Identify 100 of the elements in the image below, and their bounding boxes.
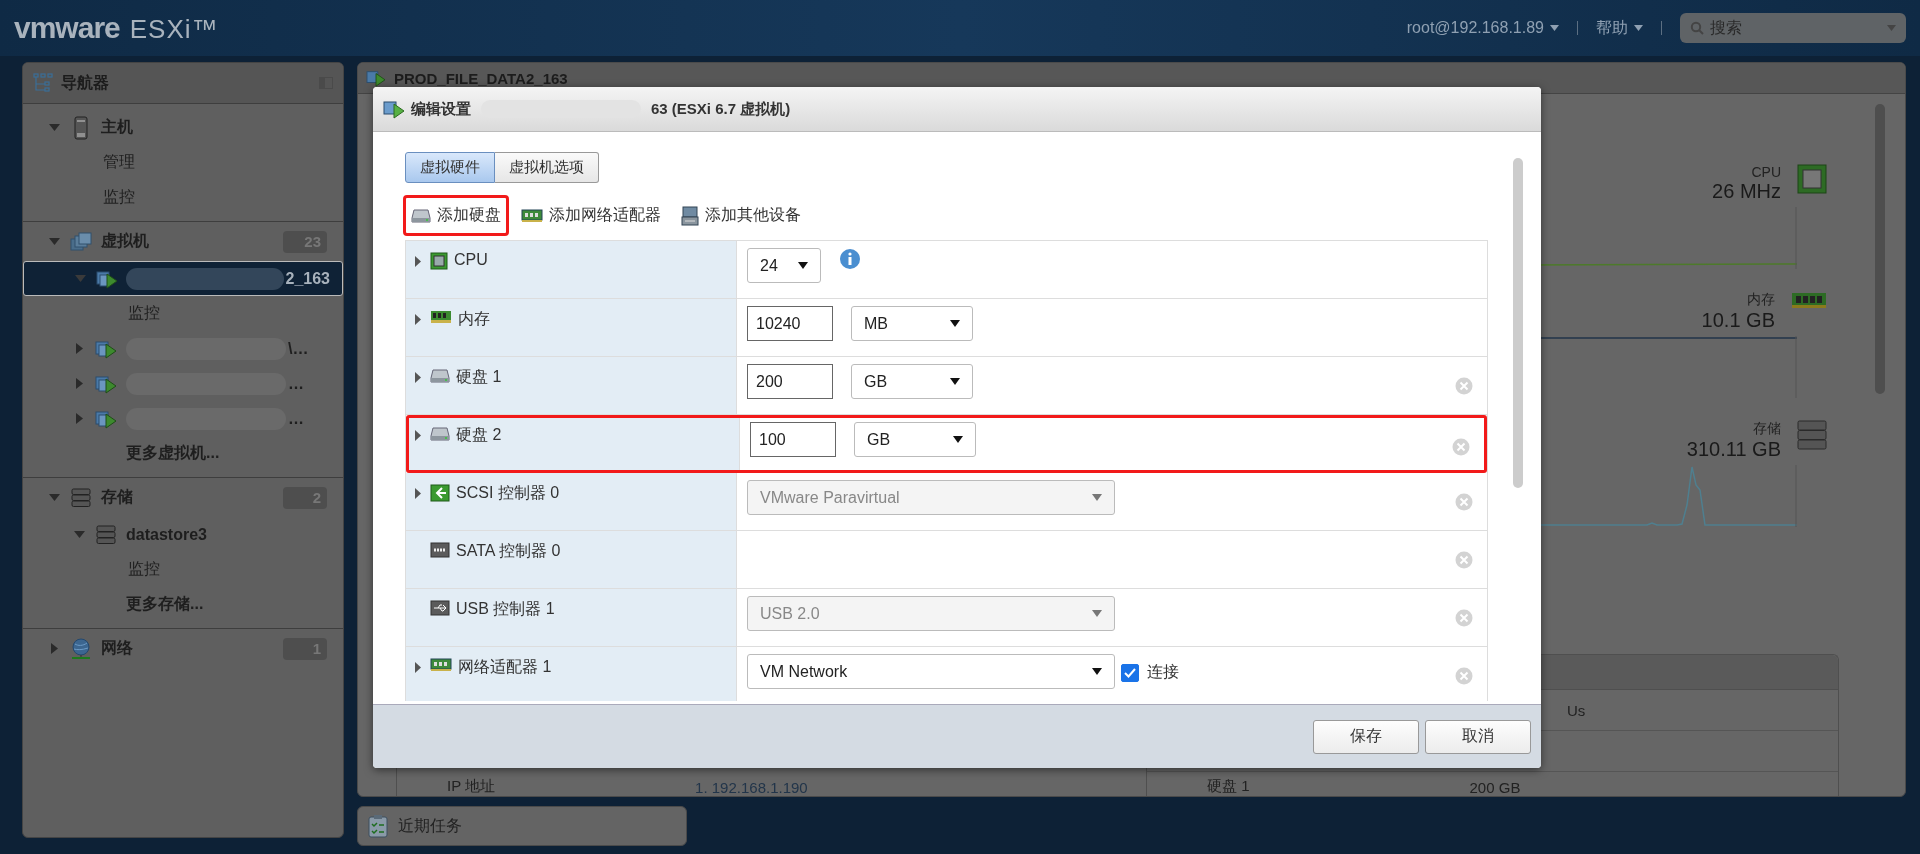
tab[interactable]: 虚拟硬件 — [405, 152, 495, 183]
remove-icon[interactable] — [1455, 667, 1473, 685]
remove-icon[interactable] — [1452, 438, 1470, 456]
tree-item[interactable]: 更多存储... — [23, 587, 343, 622]
device-label: SCSI 控制器 0 — [456, 483, 560, 503]
toolbar-button[interactable]: 添加硬盘 — [405, 197, 507, 234]
recent-tasks-bar[interactable]: 近期任务 — [357, 806, 687, 846]
network-card-icon — [521, 208, 543, 223]
toolbar-button[interactable]: 添加其他设备 — [675, 197, 807, 234]
expand-arrow-icon[interactable] — [414, 372, 422, 383]
user-menu[interactable]: root@192.168.1.89 — [1406, 19, 1559, 37]
tree-link[interactable]: 管理 — [23, 145, 343, 180]
arrow-square-icon — [430, 484, 450, 502]
remove-icon[interactable] — [1455, 377, 1473, 395]
tab[interactable]: 虚拟机选项 — [495, 152, 599, 183]
device-label: 内存 — [458, 309, 490, 329]
device-label: 硬盘 1 — [456, 367, 502, 387]
expand-arrow-icon[interactable] — [414, 256, 422, 267]
unit-dropdown[interactable]: GB — [854, 422, 976, 457]
caret-icon — [798, 262, 808, 269]
tree-item[interactable]: … — [23, 366, 343, 401]
play-window-icon — [95, 408, 117, 429]
table-cell: 200 GB — [1469, 779, 1521, 796]
hard-drive-icon — [430, 426, 450, 442]
checkbox[interactable] — [1121, 663, 1139, 682]
unit-dropdown[interactable]: GB — [851, 364, 973, 399]
play-window-icon — [95, 373, 117, 394]
size-input[interactable]: 200 — [747, 364, 833, 399]
stat-label: 内存 — [1747, 291, 1775, 309]
chip-icon — [1797, 164, 1827, 194]
dropdown[interactable]: VM Network — [747, 654, 1115, 689]
caret-icon — [1887, 25, 1896, 31]
expand-arrow-icon[interactable] — [414, 430, 422, 441]
caret-icon — [1550, 25, 1559, 31]
clipboard-icon — [368, 814, 388, 838]
dialog-button[interactable]: 保存 — [1313, 719, 1419, 754]
chip-icon — [430, 252, 448, 270]
tree-link[interactable]: 监控 — [23, 180, 343, 215]
caret-icon — [1092, 494, 1102, 501]
caret-icon — [1634, 25, 1643, 31]
dialog-title: 编辑设置 — [411, 99, 471, 119]
size-input[interactable]: 10240 — [747, 306, 833, 341]
toolbar-button[interactable]: 添加网络适配器 — [515, 197, 667, 234]
caret-icon — [1092, 610, 1102, 617]
controller-icon — [430, 542, 450, 558]
help-menu[interactable]: 帮助 — [1596, 17, 1643, 39]
scrollbar[interactable] — [1513, 158, 1523, 488]
device-label: 网络适配器 1 — [458, 657, 552, 677]
scrollbar[interactable] — [1875, 104, 1885, 394]
table-cell: 1. 192.168.1.190 — [695, 779, 808, 796]
hard-drive-icon — [411, 207, 431, 224]
expand-arrow-icon[interactable] — [414, 314, 422, 325]
tree-link[interactable]: 监控 — [23, 552, 343, 587]
tree-item[interactable]: 主机 — [23, 110, 343, 145]
size-input[interactable]: 100 — [750, 422, 836, 457]
tree-item[interactable]: \… — [23, 331, 343, 366]
remove-icon[interactable] — [1455, 551, 1473, 569]
caret-icon — [950, 320, 960, 327]
logo-product: ESXi™ — [129, 14, 219, 45]
dialog-button[interactable]: 取消 — [1425, 719, 1531, 754]
device-label: USB 控制器 1 — [456, 599, 555, 619]
play-window-icon — [95, 338, 117, 359]
play-window-icon — [383, 99, 405, 119]
tree-item[interactable]: 2_163 — [23, 261, 343, 296]
expand-arrow-icon[interactable] — [414, 662, 422, 673]
windows-icon — [70, 231, 92, 252]
tree-icon — [33, 73, 55, 93]
tree-item[interactable]: … — [23, 401, 343, 436]
table-cell: 硬盘 1 — [1207, 777, 1250, 796]
server-icon — [74, 115, 88, 140]
caret-icon — [953, 436, 963, 443]
caret-icon — [950, 378, 960, 385]
tree-link[interactable]: 监控 — [23, 296, 343, 331]
unit-dropdown[interactable]: MB — [851, 306, 973, 341]
panel-title: PROD_FILE_DATA2_163 — [394, 69, 568, 87]
tree-item[interactable]: 更多虚拟机... — [23, 436, 343, 471]
play-window-icon — [366, 69, 386, 87]
stat-label: CPU — [1751, 164, 1781, 180]
checkbox-label: 连接 — [1147, 662, 1179, 682]
memory-module-icon — [430, 310, 452, 324]
caret-icon — [1092, 668, 1102, 675]
hard-drive-icon — [430, 368, 450, 384]
play-window-icon — [95, 268, 118, 289]
dialog-title: 63 (ESXi 6.7 虚拟机) — [651, 99, 791, 119]
logo-brand: vmware — [14, 11, 120, 45]
stat-value: 10.1 GB — [1701, 309, 1775, 332]
globe-icon — [70, 637, 92, 660]
stat-value: 26 MHz — [1712, 180, 1781, 203]
table-cell: IP 地址 — [447, 777, 496, 796]
info-icon[interactable] — [839, 248, 861, 270]
stat-value: 310.11 GB — [1686, 438, 1781, 461]
database-icon — [96, 524, 116, 545]
device-icon — [681, 205, 699, 226]
network-card-icon — [430, 658, 452, 672]
tree-item[interactable]: datastore3 — [23, 517, 343, 552]
navigator-title: 导航器 — [61, 72, 110, 93]
memory-module-icon — [1791, 291, 1827, 309]
dropdown[interactable]: 24 — [747, 248, 821, 283]
search-field[interactable]: 搜索 — [1680, 13, 1906, 43]
database-icon — [71, 487, 91, 508]
